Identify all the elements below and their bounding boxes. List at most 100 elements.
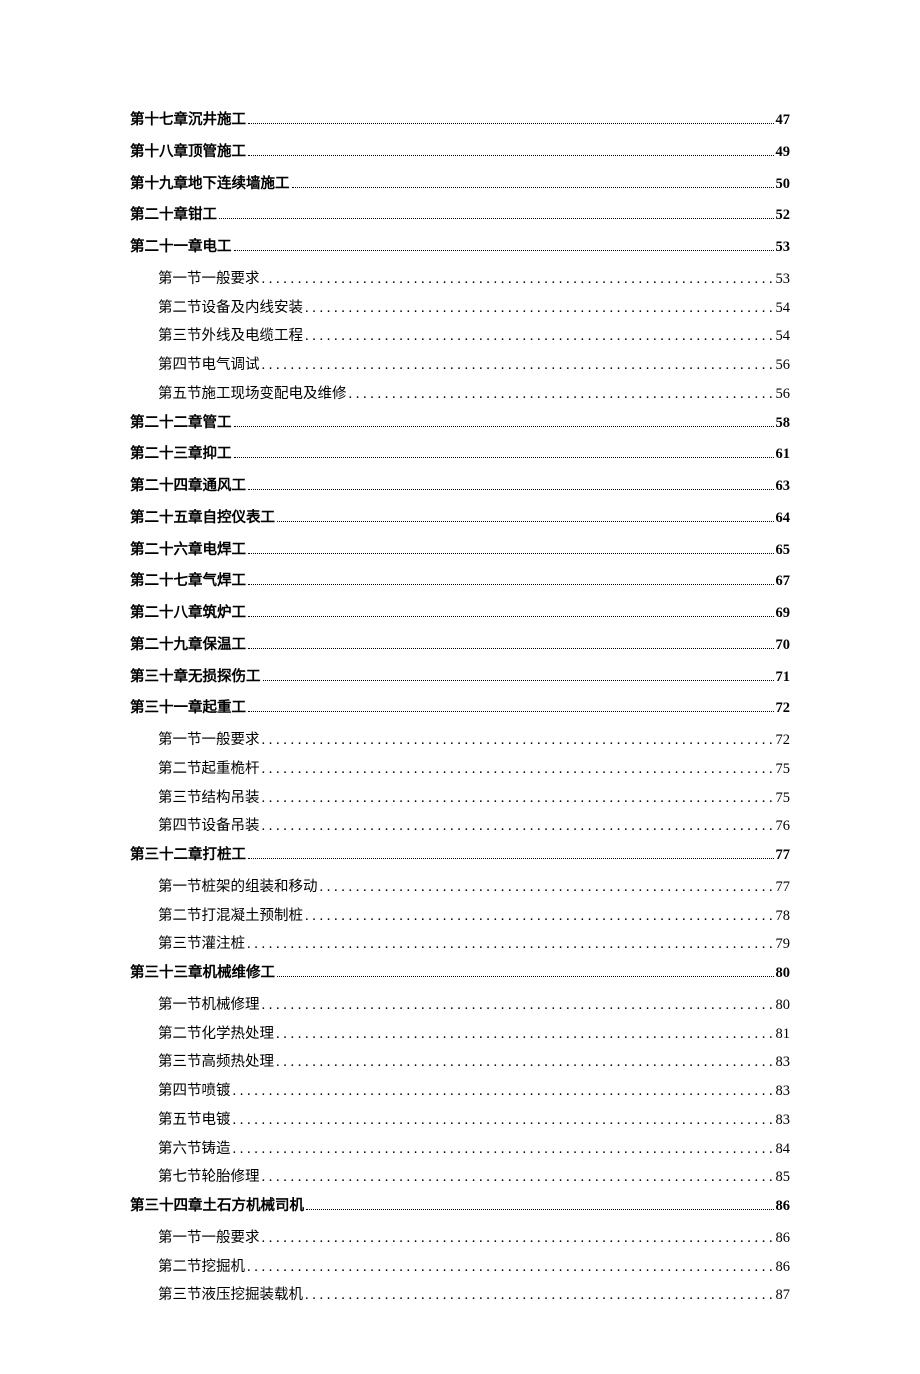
toc-label: 第三十三章机械维修工 (130, 963, 275, 985)
toc-leader-dots (263, 669, 774, 681)
toc-leader-dots (234, 415, 774, 427)
toc-label: 第二十三章抑工 (130, 444, 232, 466)
toc-section[interactable]: 第四节电气调试56 (130, 355, 790, 377)
toc-leader-dots (277, 510, 774, 522)
toc-leader-dots (247, 934, 774, 951)
toc-section[interactable]: 第四节设备吊装76 (130, 816, 790, 838)
toc-leader-dots (262, 759, 774, 776)
toc-label: 第三节外线及电缆工程 (158, 326, 303, 348)
toc-chapter[interactable]: 第二十三章抑工61 (130, 444, 790, 466)
toc-chapter[interactable]: 第十九章地下连续墙施工50 (130, 174, 790, 196)
toc-label: 第十九章地下连续墙施工 (130, 174, 290, 196)
toc-section[interactable]: 第二节挖掘机86 (130, 1257, 790, 1279)
toc-leader-dots (262, 816, 774, 833)
toc-page-number: 83 (776, 1052, 791, 1074)
toc-section[interactable]: 第一节一般要求53 (130, 269, 790, 291)
toc-page-number: 86 (776, 1228, 791, 1250)
toc-chapter[interactable]: 第二十七章气焊工67 (130, 571, 790, 593)
toc-section[interactable]: 第三节结构吊装75 (130, 788, 790, 810)
toc-leader-dots (248, 144, 774, 156)
toc-section[interactable]: 第四节喷镀83 (130, 1081, 790, 1103)
toc-page-number: 79 (776, 934, 791, 956)
toc-label: 第一节一般要求 (158, 730, 260, 752)
toc-chapter[interactable]: 第二十二章管工58 (130, 413, 790, 435)
toc-page-number: 49 (776, 142, 791, 164)
toc-section[interactable]: 第二节打混凝土预制桩78 (130, 906, 790, 928)
toc-leader-dots (276, 1024, 774, 1041)
toc-label: 第二十五章自控仪表工 (130, 508, 275, 530)
toc-label: 第三十二章打桩工 (130, 845, 246, 867)
toc-section[interactable]: 第二节设备及内线安装54 (130, 298, 790, 320)
toc-leader-dots (233, 1081, 774, 1098)
toc-leader-dots (233, 1139, 774, 1156)
toc-page-number: 81 (776, 1024, 791, 1046)
toc-section[interactable]: 第一节桩架的组装和移动77 (130, 877, 790, 899)
toc-section[interactable]: 第一节一般要求72 (130, 730, 790, 752)
toc-label: 第五节施工现场变配电及维修 (158, 384, 347, 406)
toc-chapter[interactable]: 第三十四章土石方机械司机86 (130, 1196, 790, 1218)
toc-leader-dots (248, 605, 774, 617)
toc-page-number: 53 (776, 269, 791, 291)
toc-page-number: 80 (776, 963, 791, 985)
toc-chapter[interactable]: 第十八章顶管施工 49 (130, 142, 790, 164)
toc-leader-dots (248, 701, 774, 713)
toc-chapter[interactable]: 第三十三章机械维修工 80 (130, 963, 790, 985)
toc-leader-dots (247, 1257, 774, 1274)
toc-chapter[interactable]: 第三十二章打桩工77 (130, 845, 790, 867)
toc-label: 第二十八章筑炉工 (130, 603, 246, 625)
toc-leader-dots (277, 965, 774, 977)
toc-chapter[interactable]: 第二十九章保温工 70 (130, 635, 790, 657)
toc-chapter[interactable]: 第三十章无损探伤工71 (130, 667, 790, 689)
toc-chapter[interactable]: 第二十一章电工53 (130, 237, 790, 259)
toc-leader-dots (248, 542, 774, 554)
toc-label: 第二十九章保温工 (130, 635, 246, 657)
toc-section[interactable]: 第三节外线及电缆工程54 (130, 326, 790, 348)
toc-section[interactable]: 第五节电镀83 (130, 1110, 790, 1132)
toc-chapter[interactable]: 第二十章钳工52 (130, 205, 790, 227)
toc-label: 第六节铸造 (158, 1139, 231, 1161)
toc-label: 第三节高频热处理 (158, 1052, 274, 1074)
toc-section[interactable]: 第一节一般要求 86 (130, 1228, 790, 1250)
toc-page-number: 47 (776, 110, 791, 132)
toc-page-number: 70 (776, 635, 791, 657)
toc-label: 第十八章顶管施工 (130, 142, 246, 164)
toc-chapter[interactable]: 第三十一章起重工72 (130, 698, 790, 720)
toc-label: 第二节起重桅杆 (158, 759, 260, 781)
toc-section[interactable]: 第六节铸造84 (130, 1139, 790, 1161)
toc-section[interactable]: 第一节机械修理80 (130, 995, 790, 1017)
toc-section[interactable]: 第七节轮胎修理85 (130, 1167, 790, 1189)
toc-chapter[interactable]: 第二十六章电焊工65 (130, 540, 790, 562)
toc-leader-dots (233, 1110, 774, 1127)
toc-label: 第二节打混凝土预制桩 (158, 906, 303, 928)
toc-section[interactable]: 第二节起重桅杆75 (130, 759, 790, 781)
toc-section[interactable]: 第三节高频热处理 83 (130, 1052, 790, 1074)
toc-label: 第二十一章电工 (130, 237, 232, 259)
toc-label: 第一节桩架的组装和移动 (158, 877, 318, 899)
toc-page-number: 85 (776, 1167, 791, 1189)
toc-leader-dots (248, 637, 774, 649)
toc-label: 第一节一般要求 (158, 1228, 260, 1250)
toc-chapter[interactable]: 第二十五章自控仪表工64 (130, 508, 790, 530)
toc-section[interactable]: 第三节灌注桩 79 (130, 934, 790, 956)
toc-label: 第二十章钳工 (130, 205, 217, 227)
toc-chapter[interactable]: 第二十八章筑炉工 69 (130, 603, 790, 625)
toc-leader-dots (262, 730, 774, 747)
toc-section[interactable]: 第三节液压挖掘装载机87 (130, 1285, 790, 1307)
toc-leader-dots (306, 1198, 774, 1210)
toc-chapter[interactable]: 第十七章沉井施工47 (130, 110, 790, 132)
table-of-contents: 第十七章沉井施工47第十八章顶管施工49第十九章地下连续墙施工50第二十章钳工5… (130, 110, 790, 1307)
toc-leader-dots (305, 298, 774, 315)
toc-chapter[interactable]: 第二十四章通风工63 (130, 476, 790, 498)
toc-page-number: 80 (776, 995, 791, 1017)
toc-page-number: 69 (776, 603, 791, 625)
toc-label: 第三节灌注桩 (158, 934, 245, 956)
toc-leader-dots (248, 478, 774, 490)
toc-section[interactable]: 第五节施工现场变配电及维修56 (130, 384, 790, 406)
toc-page-number: 83 (776, 1110, 791, 1132)
toc-leader-dots (305, 326, 774, 343)
toc-leader-dots (248, 574, 774, 586)
toc-section[interactable]: 第二节化学热处理81 (130, 1024, 790, 1046)
toc-label: 第三节液压挖掘装载机 (158, 1285, 303, 1307)
toc-label: 第二节挖掘机 (158, 1257, 245, 1279)
toc-page-number: 56 (776, 355, 791, 377)
